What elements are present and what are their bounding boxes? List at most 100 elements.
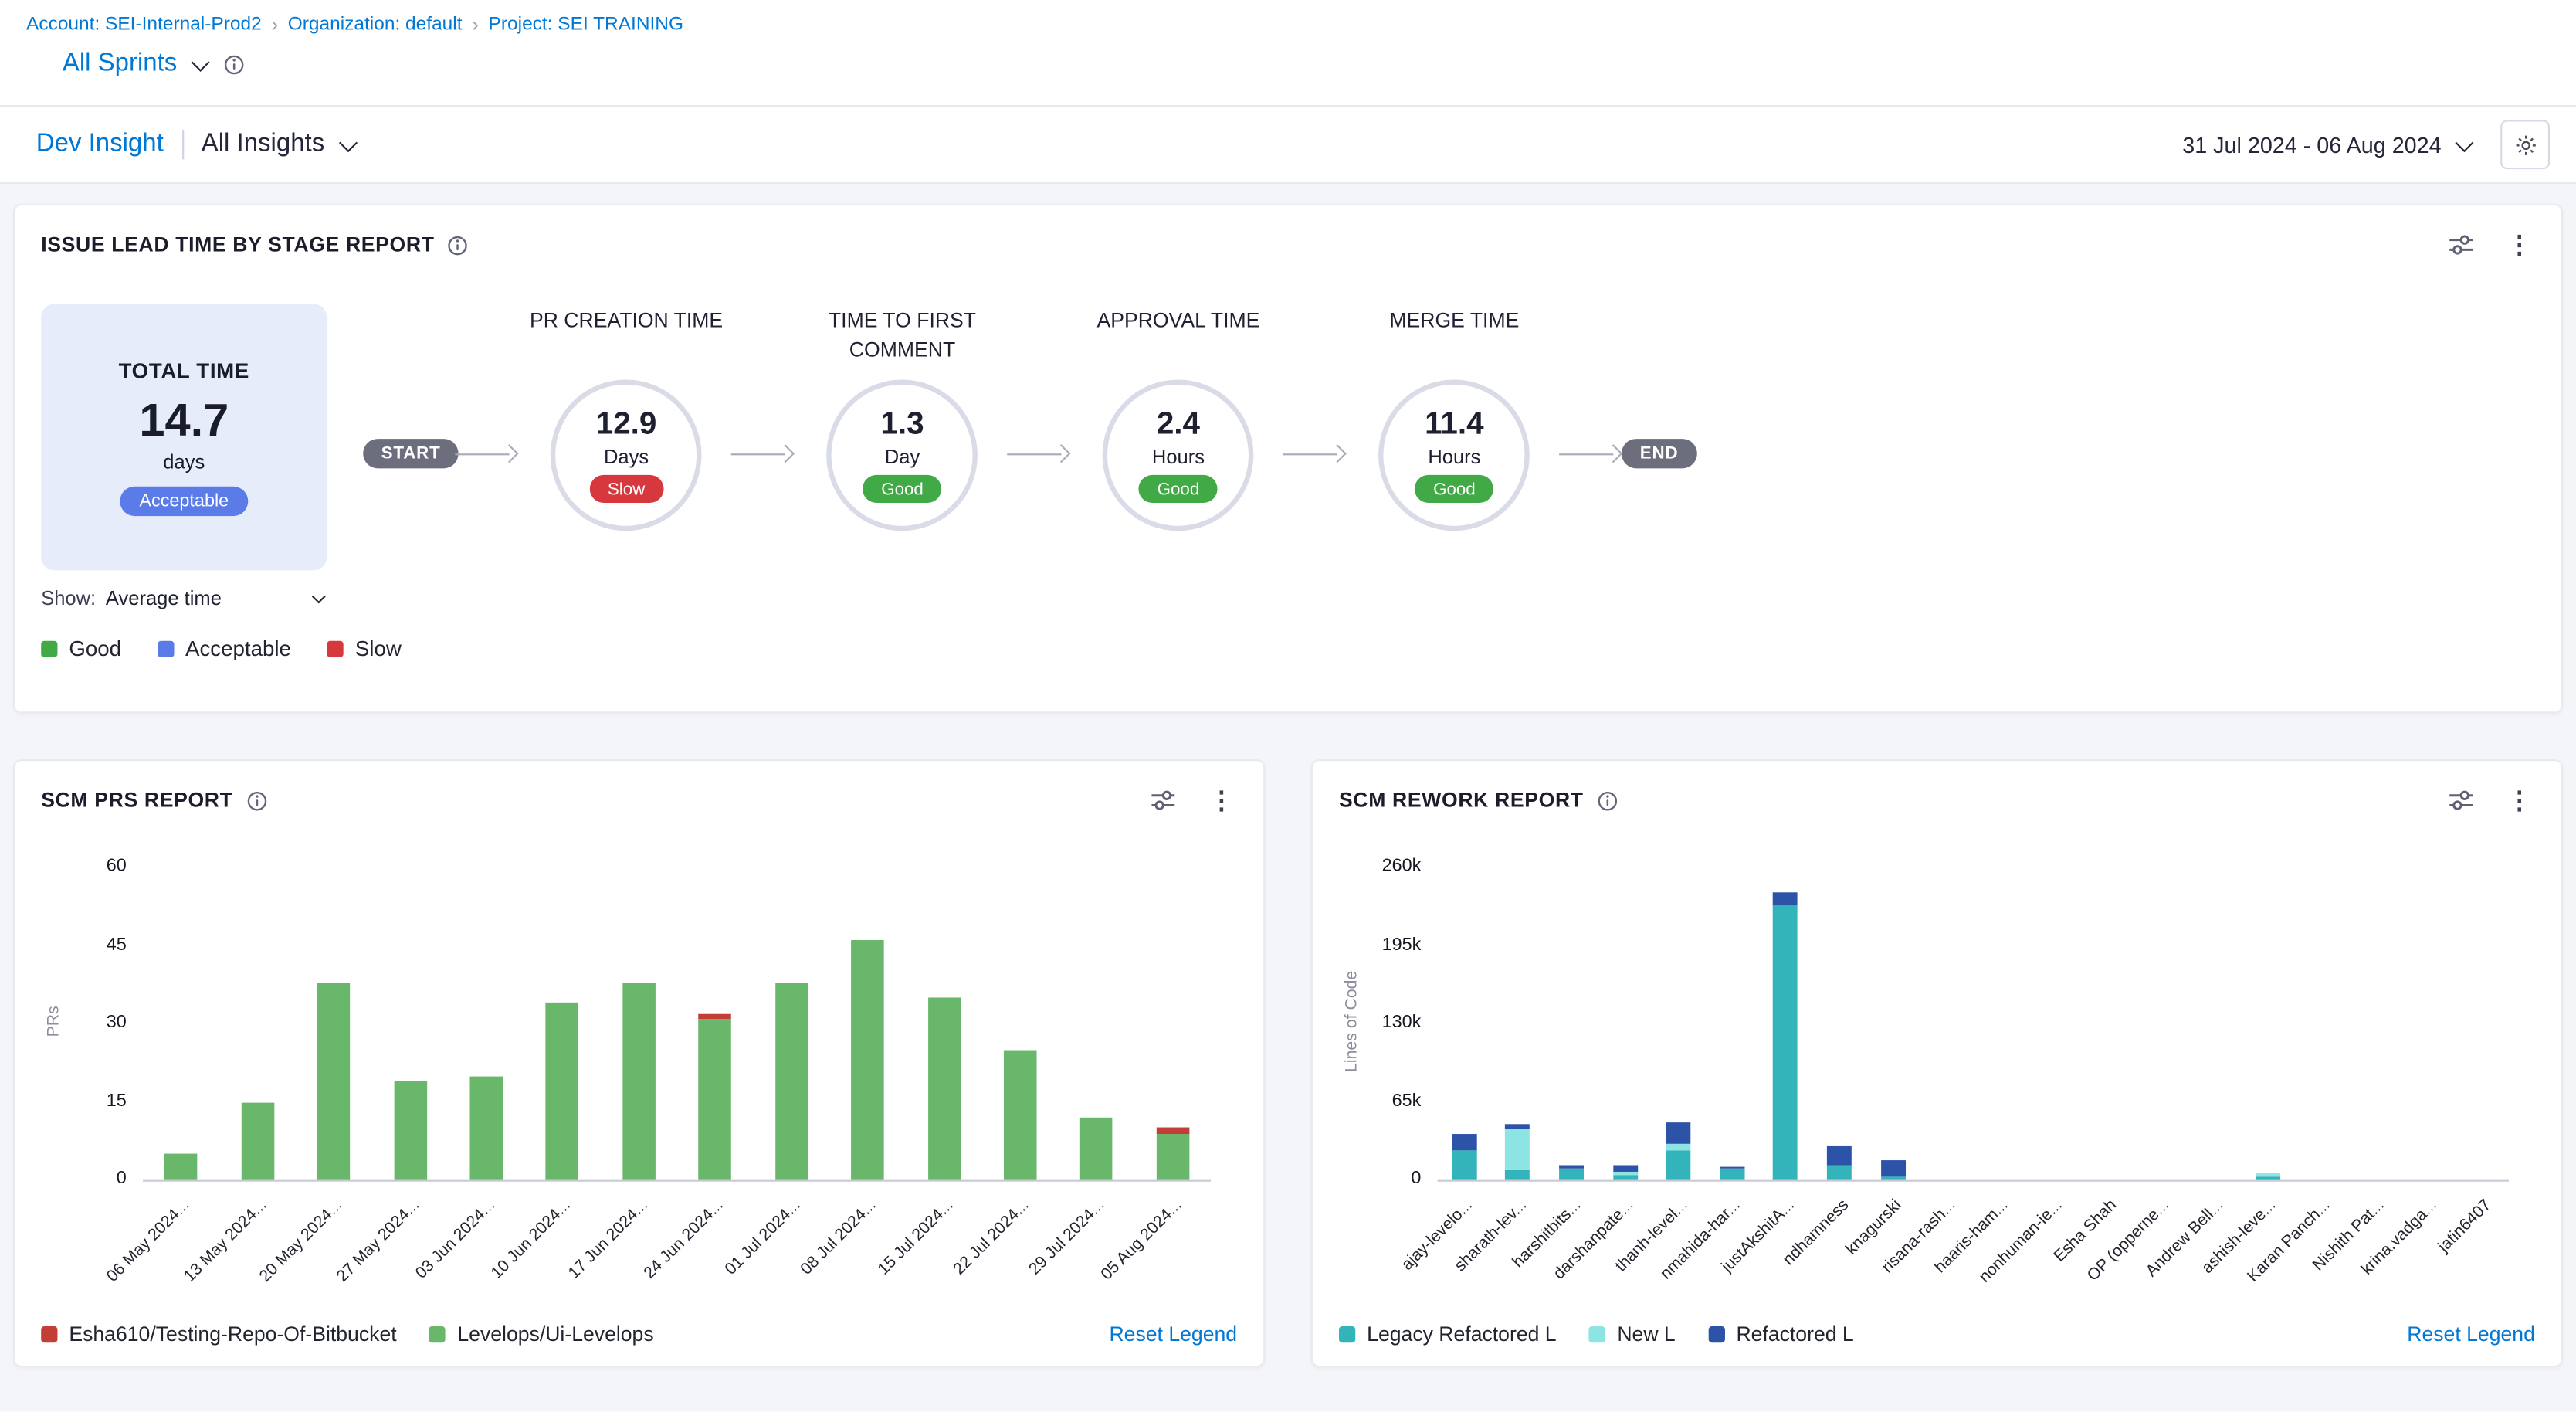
chevron-down-icon[interactable] [2455,133,2473,151]
bar-segment[interactable] [1666,1151,1691,1179]
kebab-menu-icon[interactable]: ⋮ [1206,788,1237,813]
bar-segment[interactable] [1880,1176,1905,1180]
bar-segment[interactable] [1004,1050,1037,1179]
info-icon[interactable] [246,789,268,811]
lead-time-flow: STARTPR CREATION TIME12.9DaysSlowTIME TO… [363,304,1696,531]
bar-segment[interactable] [1827,1166,1852,1180]
breadcrumb-project-link[interactable]: Project: SEI TRAINING [489,15,683,35]
bar-segment[interactable] [1612,1164,1637,1171]
legend-label: Esha610/Testing-Repo-Of-Bitbucket [69,1323,396,1346]
bar-segment[interactable] [1612,1175,1637,1179]
module-title[interactable]: Dev Insight [36,130,164,159]
kebab-menu-icon[interactable]: ⋮ [2503,788,2534,813]
bar-segment[interactable] [241,1102,274,1180]
bar-segment[interactable] [164,1154,198,1180]
bar-segment[interactable] [622,983,656,1180]
y-axis-tick: 260k [1339,856,1421,876]
chevron-right-icon: › [271,15,278,35]
bar-segment[interactable] [1827,1146,1852,1166]
lead-time-stage[interactable]: PR CREATION TIME12.9DaysSlow [518,304,735,531]
insight-selector[interactable]: All Insights [202,130,324,159]
x-axis-label: 22 Jul 2024... [886,1196,1033,1344]
bar-segment[interactable] [1559,1164,1584,1169]
reset-legend-link[interactable]: Reset Legend [1109,1323,1237,1346]
breadcrumb-organization-link[interactable]: Organization: default [288,15,463,35]
bar-segment[interactable] [699,1019,732,1180]
filter-sliders-icon[interactable] [2448,787,2474,813]
stage-unit: Hours [1152,446,1205,469]
info-icon[interactable] [223,53,245,75]
stage-label: APPROVAL TIME [1097,304,1260,380]
stage-value: 2.4 [1157,408,1200,444]
bar-segment[interactable] [469,1076,503,1180]
filter-sliders-icon[interactable] [2448,232,2474,258]
bar-segment[interactable] [1774,906,1798,1179]
stage-circle[interactable]: 2.4Hours Good [1103,379,1254,531]
bar-segment[interactable] [1452,1150,1476,1180]
bar-segment[interactable] [546,1003,579,1180]
legend-item[interactable]: Good [41,636,121,660]
stage-value: 11.4 [1425,408,1483,444]
y-axis-tick: 195k [1339,935,1421,955]
sprint-selector[interactable]: All Sprints [63,49,177,79]
x-axis-label: 20 May 2024... [199,1196,347,1344]
bar-segment[interactable] [1506,1125,1530,1129]
kebab-menu-icon[interactable]: ⋮ [2503,233,2534,257]
vertical-divider [181,130,183,159]
bar-segment[interactable] [2256,1176,2280,1180]
bar-segment[interactable] [1720,1169,1744,1180]
bar-segment[interactable] [851,941,884,1180]
bar-segment[interactable] [1559,1169,1584,1180]
chevron-down-icon[interactable] [191,53,209,71]
bar-segment[interactable] [1080,1118,1113,1180]
flow-arrow-icon [1011,446,1070,462]
bar-segment[interactable] [1452,1133,1476,1150]
info-icon[interactable] [1597,789,1618,811]
show-metric-selector[interactable]: Show: Average time [41,587,327,610]
lead-time-body: TOTAL TIME 14.7 days Acceptable STARTPR … [41,304,2535,571]
filter-sliders-icon[interactable] [1150,787,1176,813]
y-axis-tick: 15 [41,1091,127,1111]
bar-segment[interactable] [1774,891,1798,906]
x-axis-label: 05 Aug 2024... [1038,1196,1185,1344]
breadcrumb-account-link[interactable]: Account: SEI-Internal-Prod2 [26,15,262,35]
legend-item[interactable]: Acceptable [158,636,291,660]
stage-circle[interactable]: 12.9DaysSlow [551,379,702,531]
reset-legend-link[interactable]: Reset Legend [2407,1323,2535,1346]
lead-time-stage[interactable]: TIME TO FIRST COMMENT1.3DayGood [794,304,1011,531]
y-axis-tick: 130k [1339,1013,1421,1033]
lead-time-stage[interactable]: APPROVAL TIME 2.4Hours Good [1070,304,1287,531]
x-axis-label: 24 Jun 2024... [580,1196,727,1344]
flow-arrow-icon [1286,446,1346,462]
flow-arrow-icon [1563,446,1622,462]
stage-circle[interactable]: 1.3DayGood [827,379,978,531]
bar-segment[interactable] [1666,1122,1691,1144]
x-axis-label: 10 Jun 2024... [428,1196,575,1344]
stage-circle[interactable]: 11.4HoursGood [1379,379,1530,531]
bar-segment[interactable] [317,983,351,1180]
info-icon[interactable] [448,234,469,256]
bar-segment[interactable] [699,1013,732,1019]
bar-segment[interactable] [2256,1174,2280,1176]
bar-segment[interactable] [1720,1166,1744,1169]
stage-status-badge: Good [1139,475,1217,503]
chevron-down-icon[interactable] [338,133,357,151]
bar-segment[interactable] [1612,1172,1637,1176]
settings-button[interactable] [2500,120,2550,169]
bar-segment[interactable] [1156,1128,1189,1133]
bar-segment[interactable] [1666,1144,1691,1151]
gear-icon [2513,132,2537,157]
bar-segment[interactable] [1506,1170,1530,1179]
legend-item[interactable]: Slow [327,636,402,660]
date-range-selector[interactable]: 31 Jul 2024 - 06 Aug 2024 [2182,132,2441,157]
bar-segment[interactable] [1506,1129,1530,1170]
bar-segment[interactable] [774,983,808,1180]
bar-segment[interactable] [1880,1159,1905,1176]
flow-end-pill: END [1622,439,1696,468]
lead-time-stage[interactable]: MERGE TIME11.4HoursGood [1346,304,1563,531]
bar-segment[interactable] [394,1081,427,1180]
bar-segment[interactable] [1156,1133,1189,1180]
bar-segment[interactable] [927,998,961,1180]
legend-item[interactable]: Levelops/Ui-Levelops [429,1323,653,1346]
y-axis-tick: 45 [41,935,127,955]
